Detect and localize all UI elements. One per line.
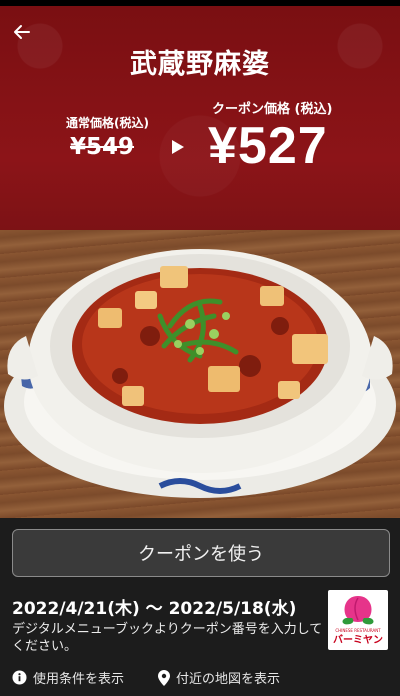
nearby-map-link-label: 付近の地図を表示 xyxy=(176,672,281,687)
coupon-instructions: デジタルメニューブックよりクーポン番号を入力してください。 xyxy=(12,622,323,654)
brand-logo: CHINESE RESTAURANT バーミヤン xyxy=(328,590,388,650)
red-pattern-background xyxy=(0,6,400,234)
coupon-price-label: クーポン価格 (税込) xyxy=(212,102,333,117)
arrow-left-icon xyxy=(14,25,30,39)
page-title: 武蔵野麻婆 xyxy=(130,49,270,80)
back-button[interactable] xyxy=(10,20,34,44)
terms-link-label: 使用条件を表示 xyxy=(33,672,125,687)
peach-logo-icon xyxy=(342,596,374,625)
regular-price-label: 通常価格(税込) xyxy=(66,116,149,130)
validity-period: 2022/4/21(木) ～ 2022/5/18(水) xyxy=(12,599,297,619)
use-coupon-button[interactable]: クーポンを使う xyxy=(12,529,390,577)
map-pin-icon xyxy=(158,669,170,686)
coupon-price: ¥527 xyxy=(208,117,328,175)
info-icon xyxy=(12,670,27,685)
terms-link[interactable]: 使用条件を表示 xyxy=(12,668,124,687)
brand-logo-text: バーミヤン xyxy=(333,635,383,646)
regular-price: ¥549 xyxy=(70,134,135,160)
price-arrow-icon xyxy=(172,140,184,154)
nearby-map-link[interactable]: 付近の地図を表示 xyxy=(158,668,280,687)
mapo-tofu-photo xyxy=(4,249,396,498)
hero-banner: 武蔵野麻婆 通常価格(税込) ¥549 クーポン価格 (税込) ¥527 xyxy=(0,6,400,518)
